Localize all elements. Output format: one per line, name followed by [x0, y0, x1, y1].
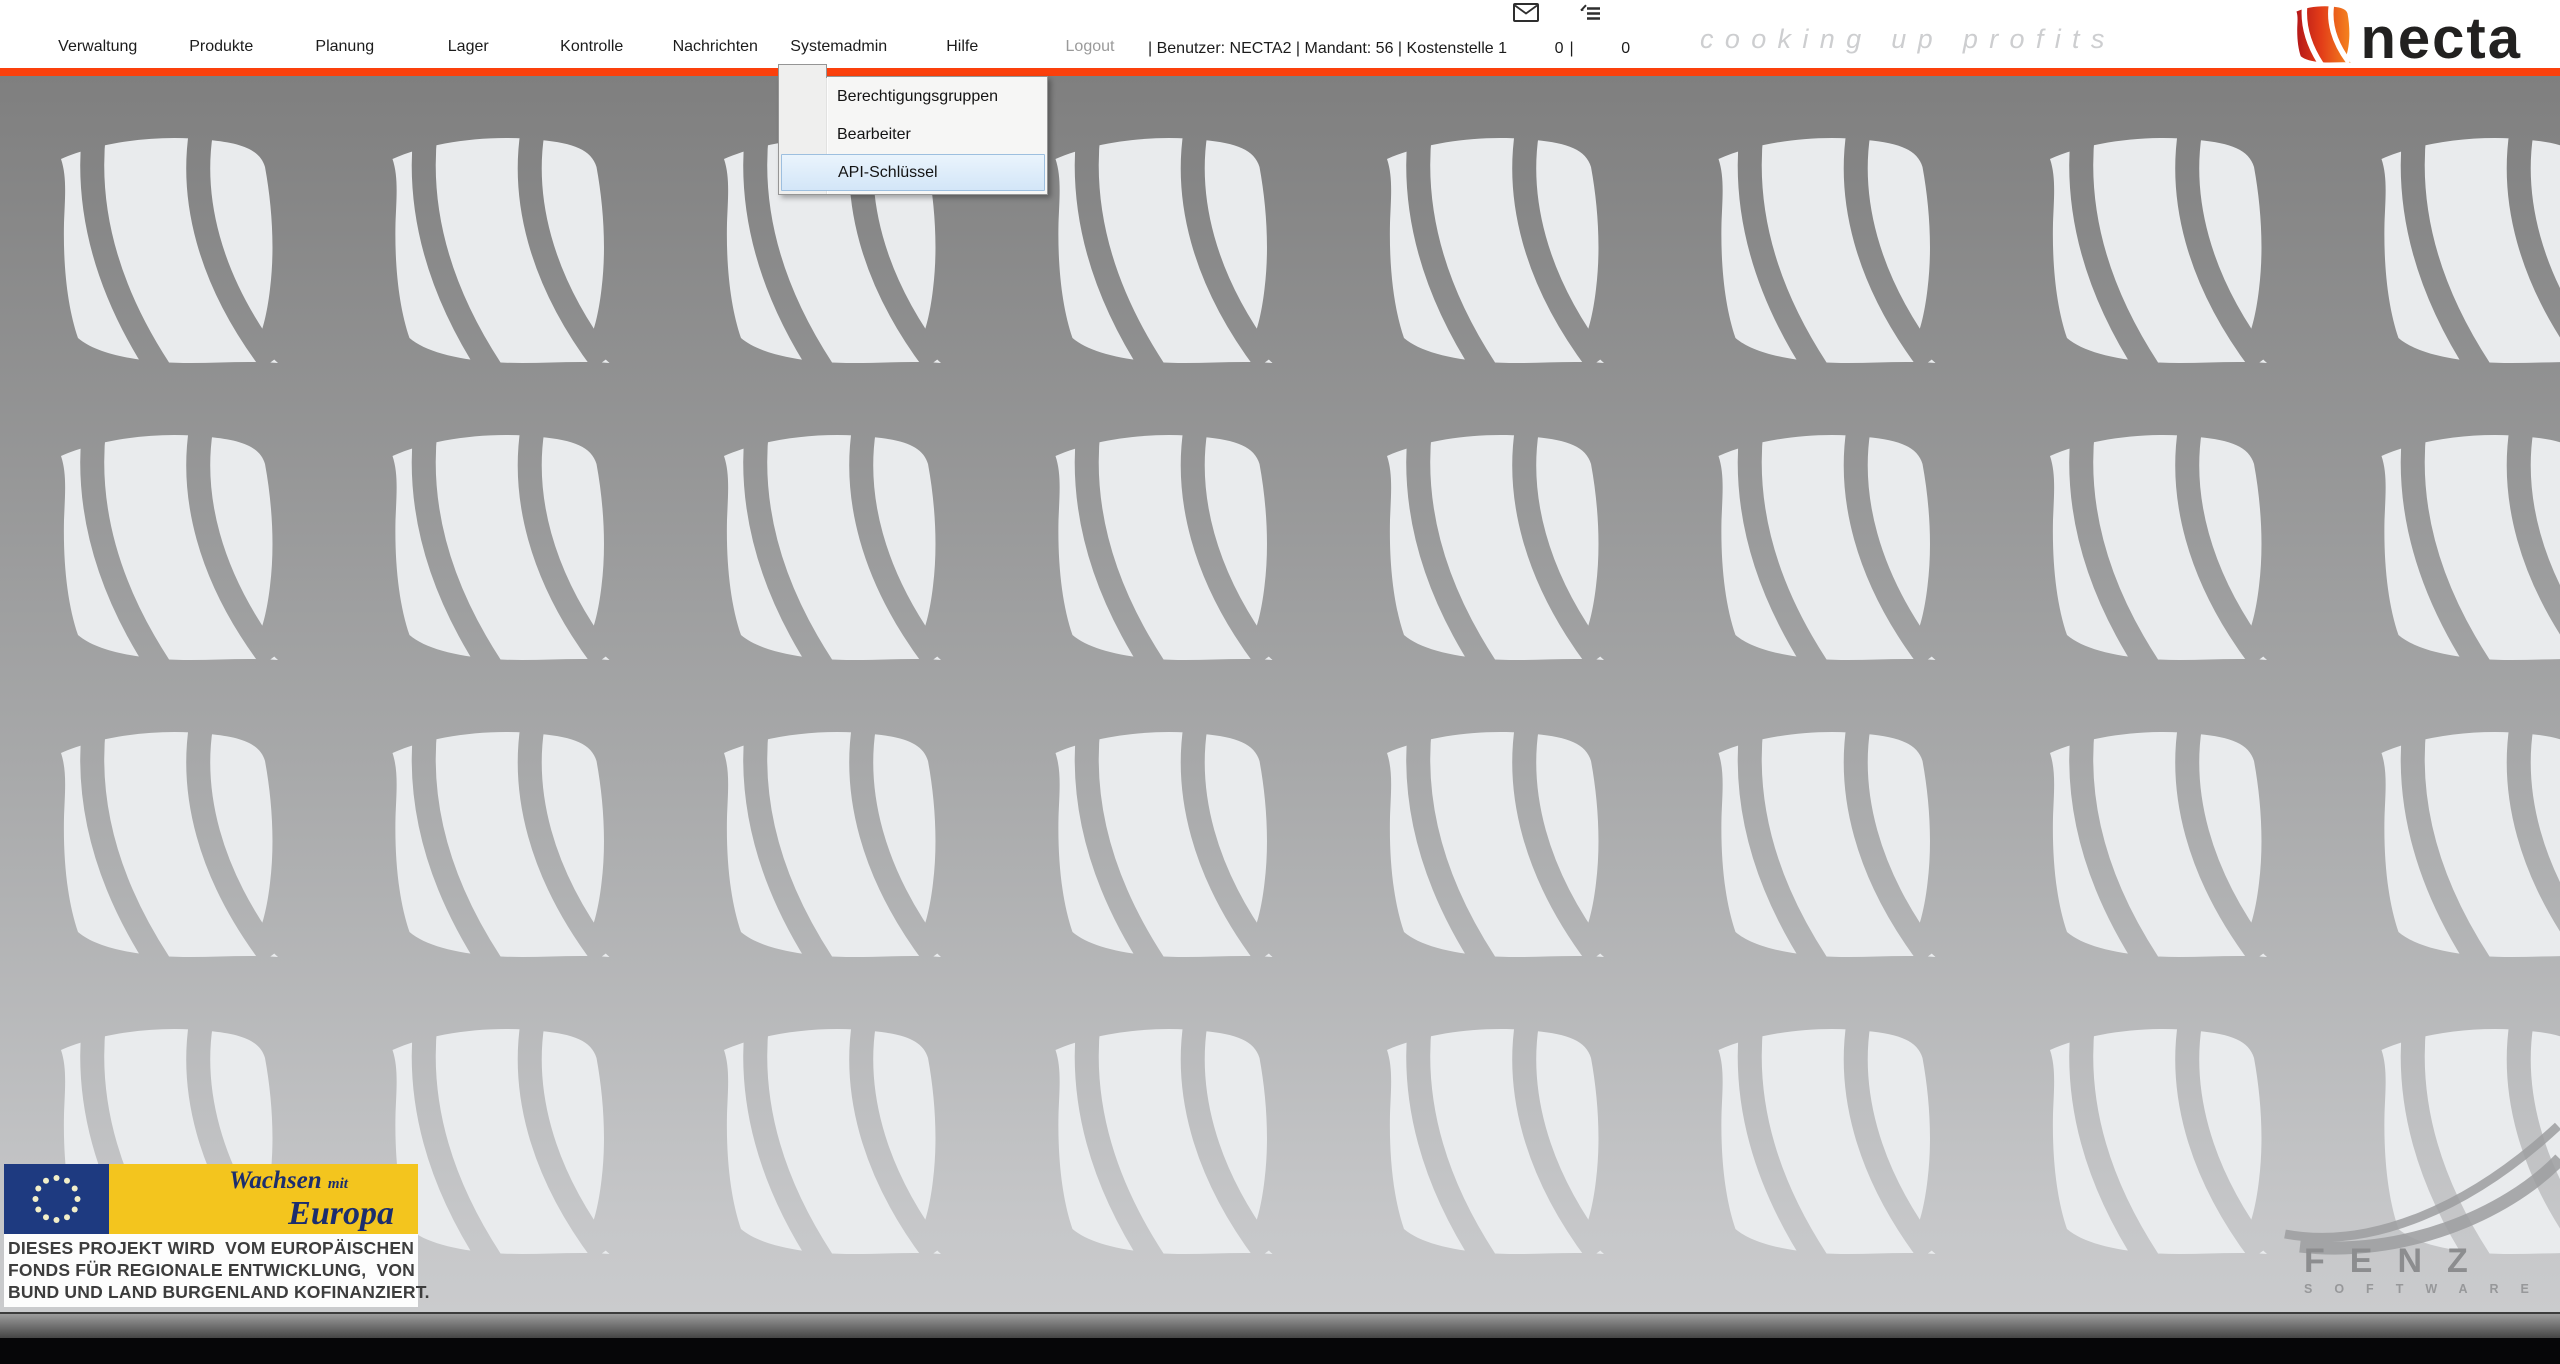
mail-count: 0 [1555, 39, 1564, 59]
eu-banner-text: DIESES PROJEKT WIRD VOM EUROPÄISCHEN FON… [4, 1234, 418, 1307]
session-info-text: | Benutzer: NECTA2 | Mandant: 56 | Koste… [1148, 39, 1507, 59]
task-list-icon[interactable] [1580, 0, 1616, 59]
menu-item-kontrolle[interactable]: Kontrolle [530, 38, 654, 68]
dropdown-items: BerechtigungsgruppenBearbeiterAPI-Schlüs… [779, 78, 1047, 191]
eu-body-line-3: BUND UND LAND BURGENLAND KOFINANZIERT. [8, 1281, 414, 1303]
top-menu-bar: VerwaltungProduktePlanungLagerKontrolleN… [0, 0, 2560, 68]
eu-headline-mit: mit [328, 1176, 348, 1192]
dropdown-item-api-schl-ssel[interactable]: API-Schlüssel [781, 154, 1045, 191]
bottom-bar-black [0, 1338, 2560, 1364]
menu-item-hilfe[interactable]: Hilfe [901, 38, 1025, 68]
dropdown-item-berechtigungsgruppen[interactable]: Berechtigungsgruppen [779, 78, 1047, 116]
task-count: 0 [1621, 39, 1630, 59]
menu-item-planung[interactable]: Planung [283, 38, 407, 68]
eu-funding-banner: Wachsen mit Europa DIESES PROJEKT WIRD V… [4, 1164, 418, 1307]
menu-item-nachrichten[interactable]: Nachrichten [654, 38, 778, 68]
fenz-subtitle: SOFTWARE [2304, 1282, 2560, 1296]
fenz-software-logo: FENZ SOFTWARE [2304, 1244, 2560, 1296]
application-window: VerwaltungProduktePlanungLagerKontrolleN… [0, 0, 2560, 1364]
accent-bar [0, 68, 2560, 76]
brand-tagline: cooking up profits [1700, 0, 2116, 68]
eu-headline-europa: Europa [109, 1197, 408, 1231]
dropdown-item-bearbeiter[interactable]: Bearbeiter [779, 116, 1047, 154]
necta-logo: necta [2296, 6, 2522, 68]
menu-item-lager[interactable]: Lager [407, 38, 531, 68]
bottom-bar [0, 1312, 2560, 1364]
bottom-bar-gradient [0, 1314, 2560, 1338]
eu-body-line-2: FONDS FÜR REGIONALE ENTWICKLUNG, VON [8, 1259, 414, 1281]
main-menu: VerwaltungProduktePlanungLagerKontrolleN… [36, 0, 1024, 68]
systemadmin-dropdown-menu: BerechtigungsgruppenBearbeiterAPI-Schlüs… [778, 76, 1048, 195]
necta-wordmark: necta [2360, 10, 2522, 68]
necta-leaf-icon [2296, 6, 2351, 68]
menu-item-verwaltung[interactable]: Verwaltung [36, 38, 160, 68]
logout-link[interactable]: Logout [1054, 0, 1126, 68]
session-status: | Benutzer: NECTA2 | Mandant: 56 | Koste… [1148, 0, 1630, 68]
eu-flag [4, 1164, 109, 1234]
workspace-background: Wachsen mit Europa DIESES PROJEKT WIRD V… [0, 76, 2560, 1312]
fenz-wordmark: FENZ [2304, 1244, 2560, 1278]
status-separator: | [1570, 39, 1574, 59]
eu-headline-wachsen: Wachsen [229, 1167, 322, 1194]
envelope-icon[interactable] [1513, 0, 1549, 59]
leaf-pattern-background [0, 76, 2560, 1312]
menu-item-produkte[interactable]: Produkte [160, 38, 284, 68]
eu-body-line-1: DIESES PROJEKT WIRD VOM EUROPÄISCHEN [8, 1237, 414, 1259]
dropdown-notch [778, 64, 827, 78]
eu-banner-headline: Wachsen mit Europa [109, 1164, 418, 1234]
